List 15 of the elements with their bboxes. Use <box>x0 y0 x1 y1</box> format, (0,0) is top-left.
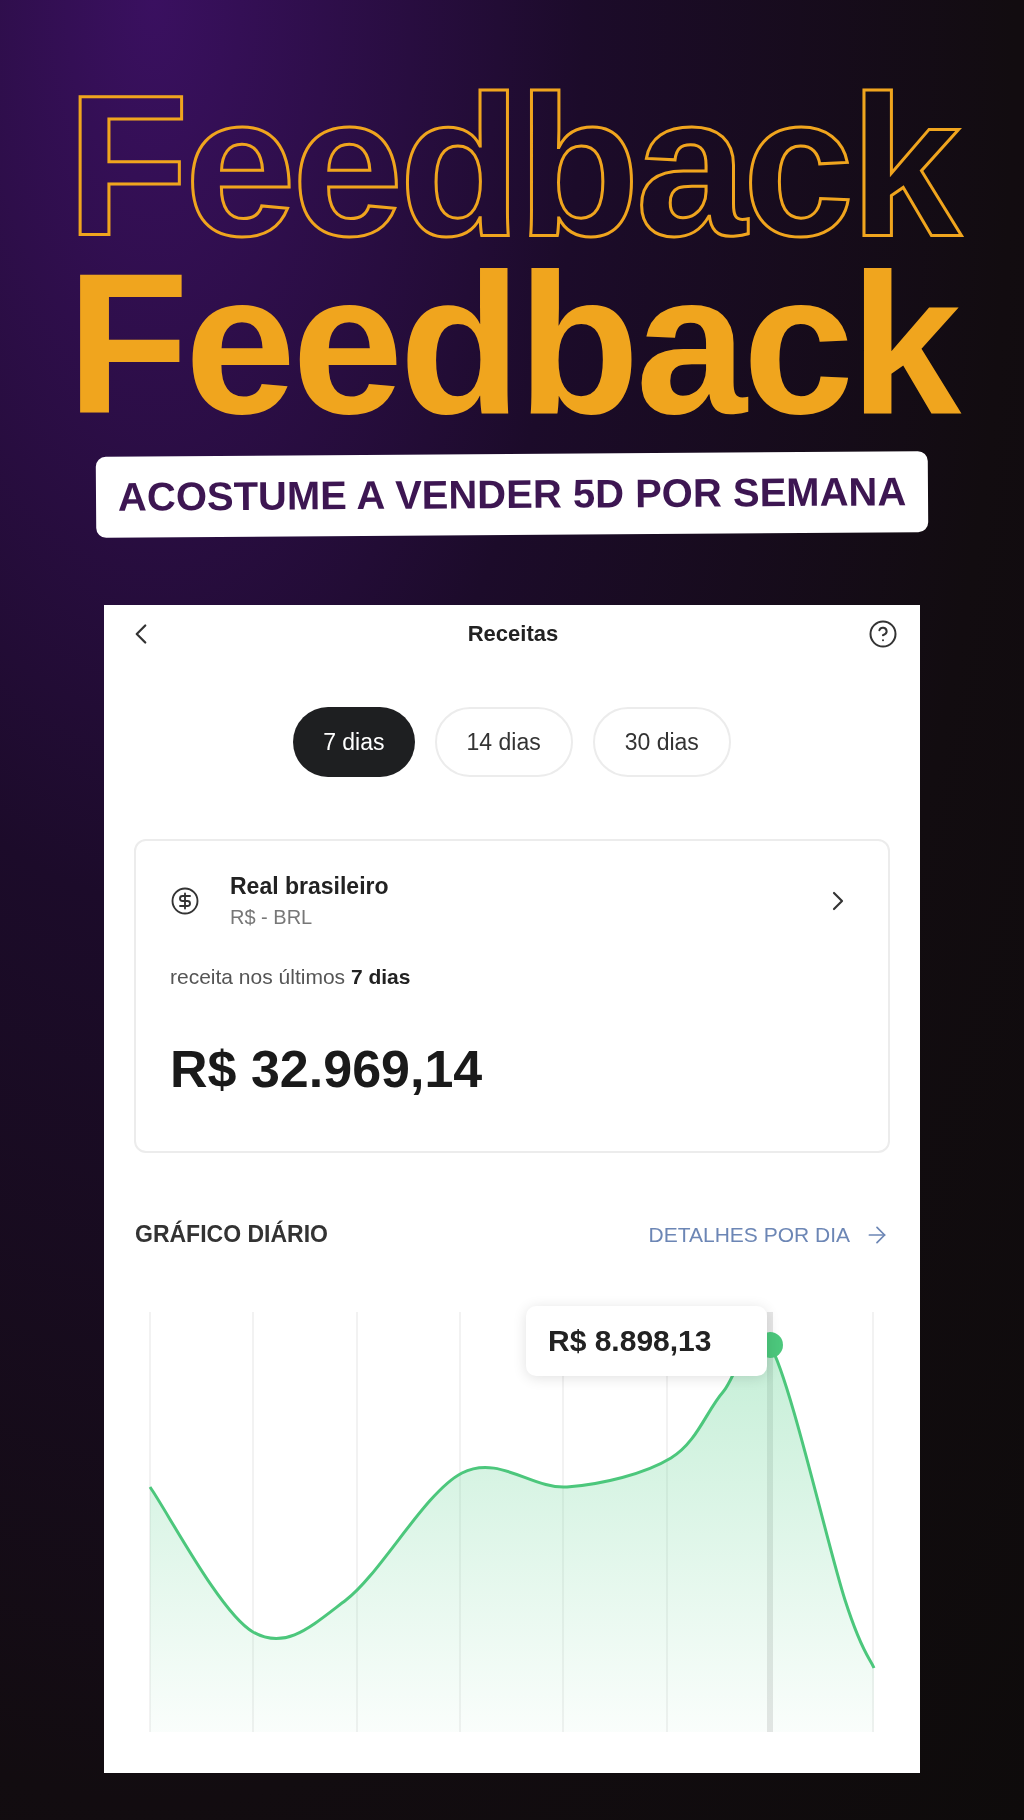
revenue-amount: R$ 32.969,14 <box>170 1039 484 1099</box>
currency-name: Real brasileiro <box>230 873 390 900</box>
headline: Feedback <box>66 262 958 440</box>
currency-code: R$ - BRL <box>230 906 314 929</box>
details-link[interactable]: DETALHES POR DIA <box>648 1221 890 1248</box>
section-title: GRÁFICO DIÁRIO <box>135 1221 328 1248</box>
value-tooltip: R$ 8.898,13 <box>526 1306 768 1376</box>
banner: ACOSTUME A VENDER 5D POR SEMANA <box>95 451 929 538</box>
period-tab[interactable]: 14 dias <box>434 707 573 777</box>
screen-title: Receitas <box>467 621 559 647</box>
revenue-caption: receita nos últimos 7 dias <box>170 965 412 989</box>
help-icon[interactable] <box>868 619 898 649</box>
period-tab[interactable]: 30 dias <box>592 707 731 777</box>
period-tab[interactable]: 7 dias <box>293 707 415 777</box>
dollar-icon <box>170 886 200 916</box>
